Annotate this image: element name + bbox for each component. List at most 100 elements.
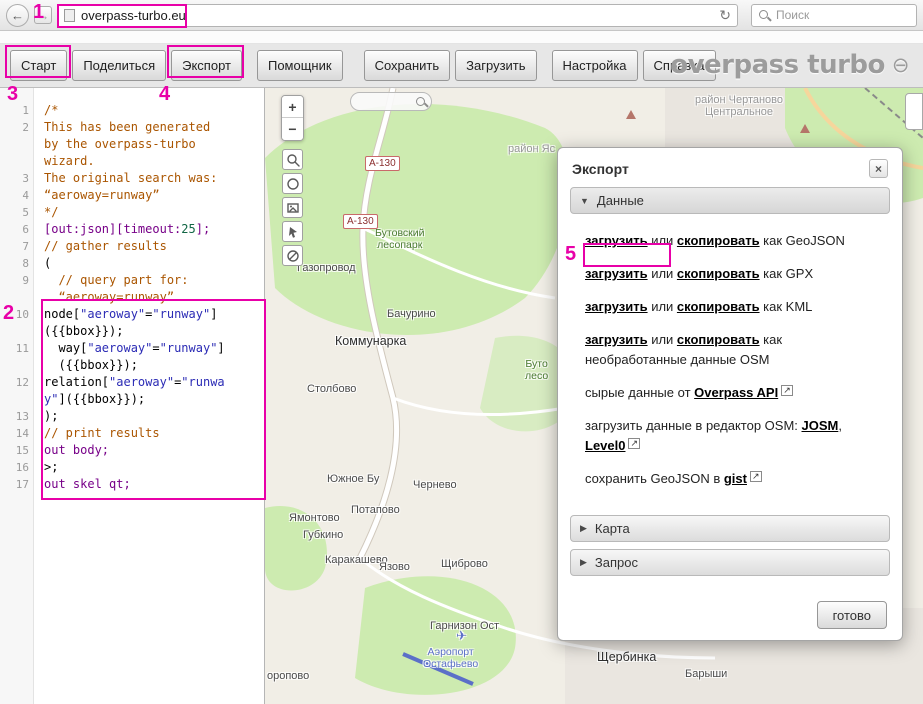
map-label: ✈ — [456, 628, 467, 644]
export-link[interactable]: загрузить — [585, 233, 648, 248]
export-text: сырые данные от — [585, 385, 694, 400]
code-line: 3The original search was: — [0, 170, 264, 187]
map-image-button[interactable] — [282, 197, 303, 218]
external-link-icon: ↗ — [781, 385, 793, 396]
url-bar[interactable]: overpass-turbo.eu ↻ — [57, 4, 738, 27]
export-link[interactable]: скопировать — [677, 332, 760, 347]
export-link[interactable]: скопировать — [677, 233, 760, 248]
map-disable-button[interactable] — [282, 245, 303, 266]
export-row: сырые данные от Overpass API↗ — [585, 383, 886, 403]
forward-button[interactable]: → — [34, 6, 52, 24]
code-line: 1/* — [0, 102, 264, 119]
map-label: Бачурино — [387, 308, 436, 320]
code-line: 5*/ — [0, 204, 264, 221]
section-query[interactable]: ▶ Запрос — [570, 549, 890, 576]
toolbar-button-settings[interactable]: Настройка — [552, 50, 638, 81]
browser-search-input[interactable]: Поиск — [751, 4, 917, 27]
app-logo: overpass turbo ⊖ — [670, 50, 909, 80]
map-search-box[interactable] — [350, 92, 432, 111]
map-label: Южное Бу — [327, 473, 379, 485]
line-number: 13 — [0, 408, 34, 425]
map-label: Столбово — [307, 383, 356, 395]
line-number: 10 — [0, 306, 34, 340]
magnifier-icon — [286, 153, 300, 167]
code-text: relation["aeroway"="runwa y"]({{bbox}}); — [34, 374, 264, 408]
close-icon[interactable]: × — [869, 159, 888, 178]
done-button[interactable]: готово — [817, 601, 887, 629]
search-icon — [758, 9, 770, 21]
line-number: 4 — [0, 187, 34, 204]
export-link[interactable]: загрузить — [585, 266, 648, 281]
export-link[interactable]: скопировать — [677, 266, 760, 281]
line-number: 11 — [0, 340, 34, 374]
export-row: загрузить или скопировать как GPX — [585, 264, 886, 284]
search-placeholder: Поиск — [776, 8, 809, 22]
export-row: загрузить или скопировать как необработа… — [585, 330, 886, 370]
external-link-icon: ↗ — [750, 471, 762, 482]
toolbar-button-wizard[interactable]: Помощник — [257, 50, 343, 81]
map-label: Щербинка — [597, 650, 656, 664]
export-text: как GeoJSON — [760, 233, 845, 248]
export-link[interactable]: скопировать — [677, 299, 760, 314]
app-logo-text: overpass turbo — [670, 50, 885, 80]
line-number: 7 — [0, 238, 34, 255]
code-text: “aeroway=runway” — [34, 187, 264, 204]
export-link[interactable]: Level0 — [585, 438, 625, 453]
section-map[interactable]: ▶ Карта — [570, 515, 890, 542]
code-text: way["aeroway"="runway"] ({{bbox}}); — [34, 340, 264, 374]
code-line: 8( — [0, 255, 264, 272]
export-row: сохранить GeoJSON в gist↗ — [585, 469, 886, 489]
road-ref-badge: А-130 — [343, 214, 378, 229]
export-link[interactable]: gist — [724, 471, 747, 486]
forward-icon: → — [37, 9, 50, 22]
map-label: Потапово — [351, 504, 400, 516]
code-line: 13); — [0, 408, 264, 425]
line-number: 9 — [0, 272, 34, 306]
export-link[interactable]: загрузить — [585, 332, 648, 347]
zoom-in-button[interactable]: + — [282, 96, 303, 118]
back-button[interactable]: ← — [6, 4, 29, 27]
toolbar-button-save[interactable]: Сохранить — [364, 50, 451, 81]
map-locate-button[interactable] — [282, 173, 303, 194]
export-text: или — [648, 266, 677, 281]
section-data-label: Данные — [597, 193, 644, 208]
export-text: как KML — [760, 299, 813, 314]
triangle-right-icon: ▶ — [580, 523, 587, 534]
zoom-out-button[interactable]: − — [282, 118, 303, 140]
code-text: >; — [34, 459, 264, 476]
section-map-label: Карта — [595, 521, 630, 536]
toolbar-button-load[interactable]: Загрузить — [455, 50, 536, 81]
map-pointer-button[interactable] — [282, 221, 303, 242]
url-text[interactable]: overpass-turbo.eu — [81, 8, 186, 23]
export-dialog: Экспорт × ▼ Данные загрузить или скопиро… — [557, 147, 903, 641]
map-label: Аэропорт Остафьево — [423, 646, 478, 670]
code-text: This has been generated by the overpass-… — [34, 119, 264, 170]
export-link[interactable]: загрузить — [585, 299, 648, 314]
toolbar-button-run[interactable]: Старт — [10, 50, 67, 81]
line-number: 3 — [0, 170, 34, 187]
dialog-titlebar: Экспорт × — [572, 159, 888, 178]
export-text: , — [838, 418, 842, 433]
toolbar-button-export[interactable]: Экспорт — [171, 50, 242, 81]
export-text: или — [648, 233, 677, 248]
toolbar-button-share[interactable]: Поделиться — [72, 50, 166, 81]
dialog-title: Экспорт — [572, 161, 629, 177]
export-link[interactable]: Overpass API — [694, 385, 778, 400]
code-line: 9 // query part for: “aeroway=runway” — [0, 272, 264, 306]
code-line: 6[out:json][timeout:25]; — [0, 221, 264, 238]
map-tools — [282, 149, 303, 266]
triangle-right-icon: ▶ — [580, 557, 587, 568]
export-row: загрузить или скопировать как GeoJSON — [585, 231, 886, 251]
search-icon — [415, 96, 427, 108]
app-toolbar-buttons: СтартПоделитьсяЭкспорт Помощник СохранитьЗ… — [10, 50, 721, 81]
query-editor[interactable]: 1/*2This has been generated by the overp… — [0, 88, 265, 704]
line-number: 14 — [0, 425, 34, 442]
code-text: [out:json][timeout:25]; — [34, 221, 264, 238]
reload-icon[interactable]: ↻ — [719, 7, 731, 24]
export-link[interactable]: JOSM — [802, 418, 839, 433]
layers-control[interactable] — [905, 93, 923, 130]
map-label: Ямонтово — [289, 512, 340, 524]
map-search-button[interactable] — [282, 149, 303, 170]
map-label: Барыши — [685, 668, 727, 680]
section-data[interactable]: ▼ Данные — [570, 187, 890, 214]
